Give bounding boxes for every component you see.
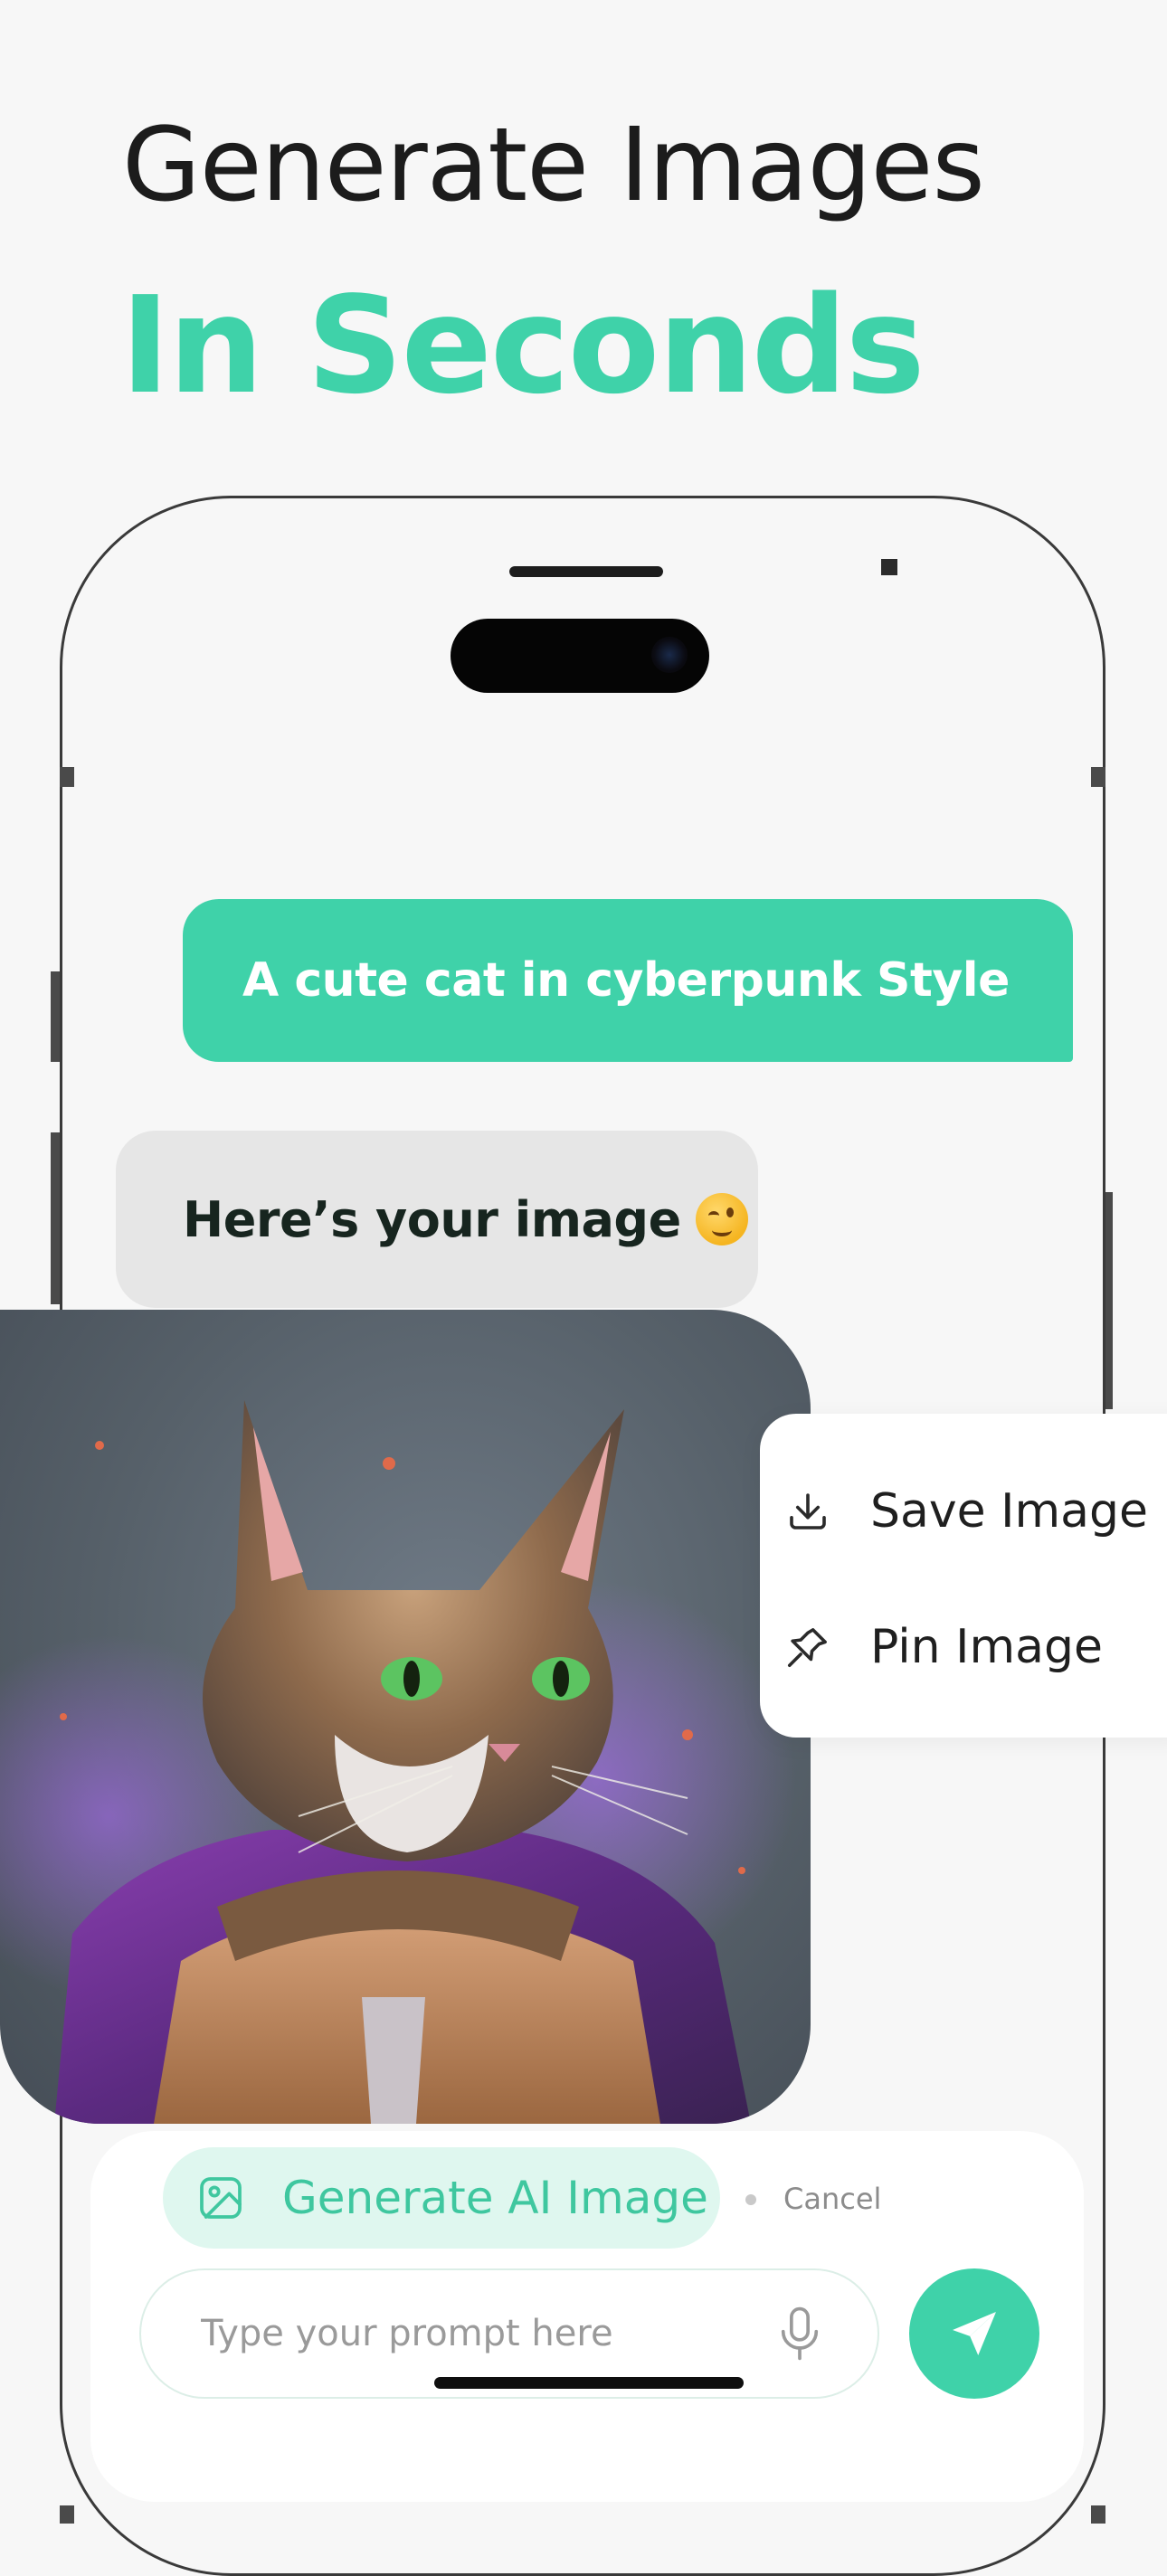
image-icon [200, 2177, 242, 2219]
user-message-bubble: A cute cat in cyberpunk Style [183, 899, 1073, 1062]
download-icon [790, 1493, 826, 1530]
phone-volume-down [51, 1132, 60, 1304]
phone-bottom-left-mark [60, 2505, 74, 2524]
generate-ai-image-label: Generate AI Image [282, 2172, 708, 2224]
generate-ai-image-button[interactable]: Generate AI Image [163, 2147, 720, 2249]
phone-right-notch [1091, 767, 1105, 787]
separator-dot [745, 2194, 756, 2205]
microphone-icon[interactable] [774, 2305, 825, 2363]
image-context-menu: Save Image Pin Image [760, 1414, 1167, 1738]
status-indicator [881, 559, 897, 575]
pin-image-label: Pin Image [870, 1620, 1104, 1674]
cancel-button[interactable]: Cancel [783, 2182, 881, 2216]
top-grabber [509, 566, 663, 577]
phone-volume-up [51, 971, 60, 1062]
send-icon [953, 2312, 996, 2355]
pin-image-item[interactable]: Pin Image [783, 1593, 1103, 1701]
generated-image[interactable] [0, 1310, 811, 2124]
winking-face-icon [695, 1193, 748, 1245]
phone-power-button [1105, 1192, 1113, 1409]
phone-side-button [60, 767, 74, 787]
home-indicator [434, 2377, 744, 2389]
phone-bottom-right-mark [1091, 2505, 1105, 2524]
camera-icon [651, 637, 688, 673]
send-button[interactable] [909, 2268, 1039, 2399]
cyberpunk-cat-illustration [0, 1400, 796, 2124]
user-message-text: A cute cat in cyberpunk Style [242, 953, 1010, 1008]
pin-icon [787, 1628, 827, 1668]
bot-message-bubble: Here’s your image [116, 1131, 758, 1308]
save-image-item[interactable]: Save Image [783, 1457, 1148, 1566]
save-image-label: Save Image [870, 1484, 1149, 1539]
bot-message-text: Here’s your image [183, 1190, 681, 1248]
headline-accent: In Seconds [120, 268, 925, 423]
headline-primary: Generate Images [122, 107, 985, 224]
